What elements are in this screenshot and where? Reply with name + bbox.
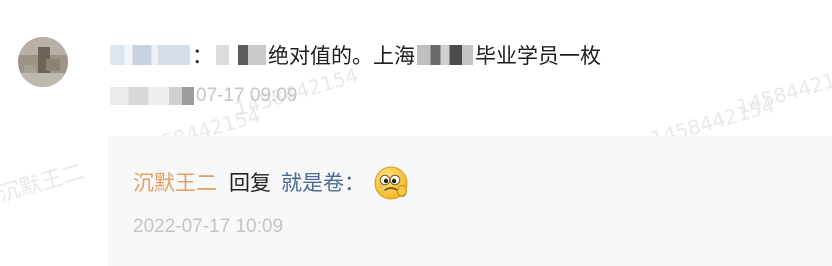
watermark-text: 沉默王二 bbox=[0, 159, 88, 208]
awkward-emoji-icon bbox=[371, 163, 411, 203]
reply-author[interactable]: 沉默王二 bbox=[133, 167, 217, 197]
reply-text: 就是卷： bbox=[281, 172, 365, 195]
blurred-text bbox=[216, 45, 266, 65]
blurred-text bbox=[417, 45, 473, 65]
comment-time: 07-17 09:09 bbox=[196, 85, 298, 106]
reply-time: 2022-07-17 10:09 bbox=[133, 216, 284, 237]
watermark-number: 1458442154 bbox=[734, 60, 832, 120]
blurred-date bbox=[110, 87, 194, 105]
user-avatar[interactable] bbox=[18, 37, 68, 87]
comment-content: ： 绝对值的。上海 毕业学员一枚 bbox=[110, 40, 601, 70]
colon-separator: ： bbox=[192, 45, 213, 68]
comment-meta: 07-17 09:09 bbox=[110, 84, 297, 108]
reply-content: 沉默王二 回复 就是卷： bbox=[133, 166, 411, 200]
reply-container: 沉默王二 回复 就是卷： 2022-07-17 10:09 bbox=[108, 136, 832, 266]
reply-action-label: 回复 bbox=[229, 172, 271, 195]
comment-text-middle: 绝对值的。上海 bbox=[268, 45, 415, 68]
blurred-username[interactable] bbox=[110, 45, 190, 65]
comment-text-tail: 毕业学员一枚 bbox=[475, 45, 601, 68]
